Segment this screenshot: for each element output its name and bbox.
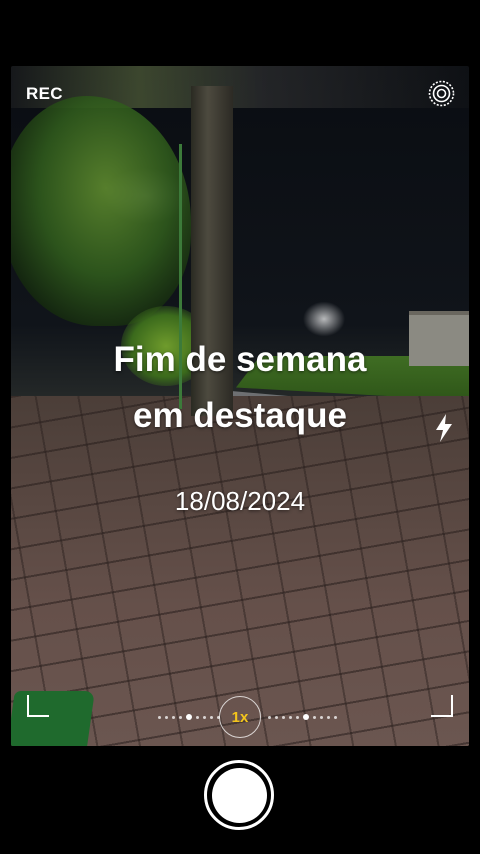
caption-line-2: em destaque	[133, 396, 347, 435]
zoom-level-button[interactable]: 1x	[219, 696, 261, 738]
zoom-scale-left[interactable]	[158, 714, 220, 720]
caption-line-1: Fim de semana	[113, 340, 367, 379]
settings-icon[interactable]	[428, 80, 455, 107]
frame-corner-bottom-right	[431, 695, 453, 717]
shutter-core[interactable]	[211, 767, 267, 823]
date-stamp: 18/08/2024	[174, 486, 306, 516]
zoom-scale-right[interactable]	[268, 714, 337, 720]
flash-icon[interactable]	[433, 413, 455, 443]
shutter-button[interactable]	[204, 760, 274, 830]
green-object	[11, 691, 95, 746]
rec-label: REC	[26, 84, 63, 103]
tree-canopy	[11, 96, 191, 326]
frame-corner-bottom-left	[27, 695, 49, 717]
